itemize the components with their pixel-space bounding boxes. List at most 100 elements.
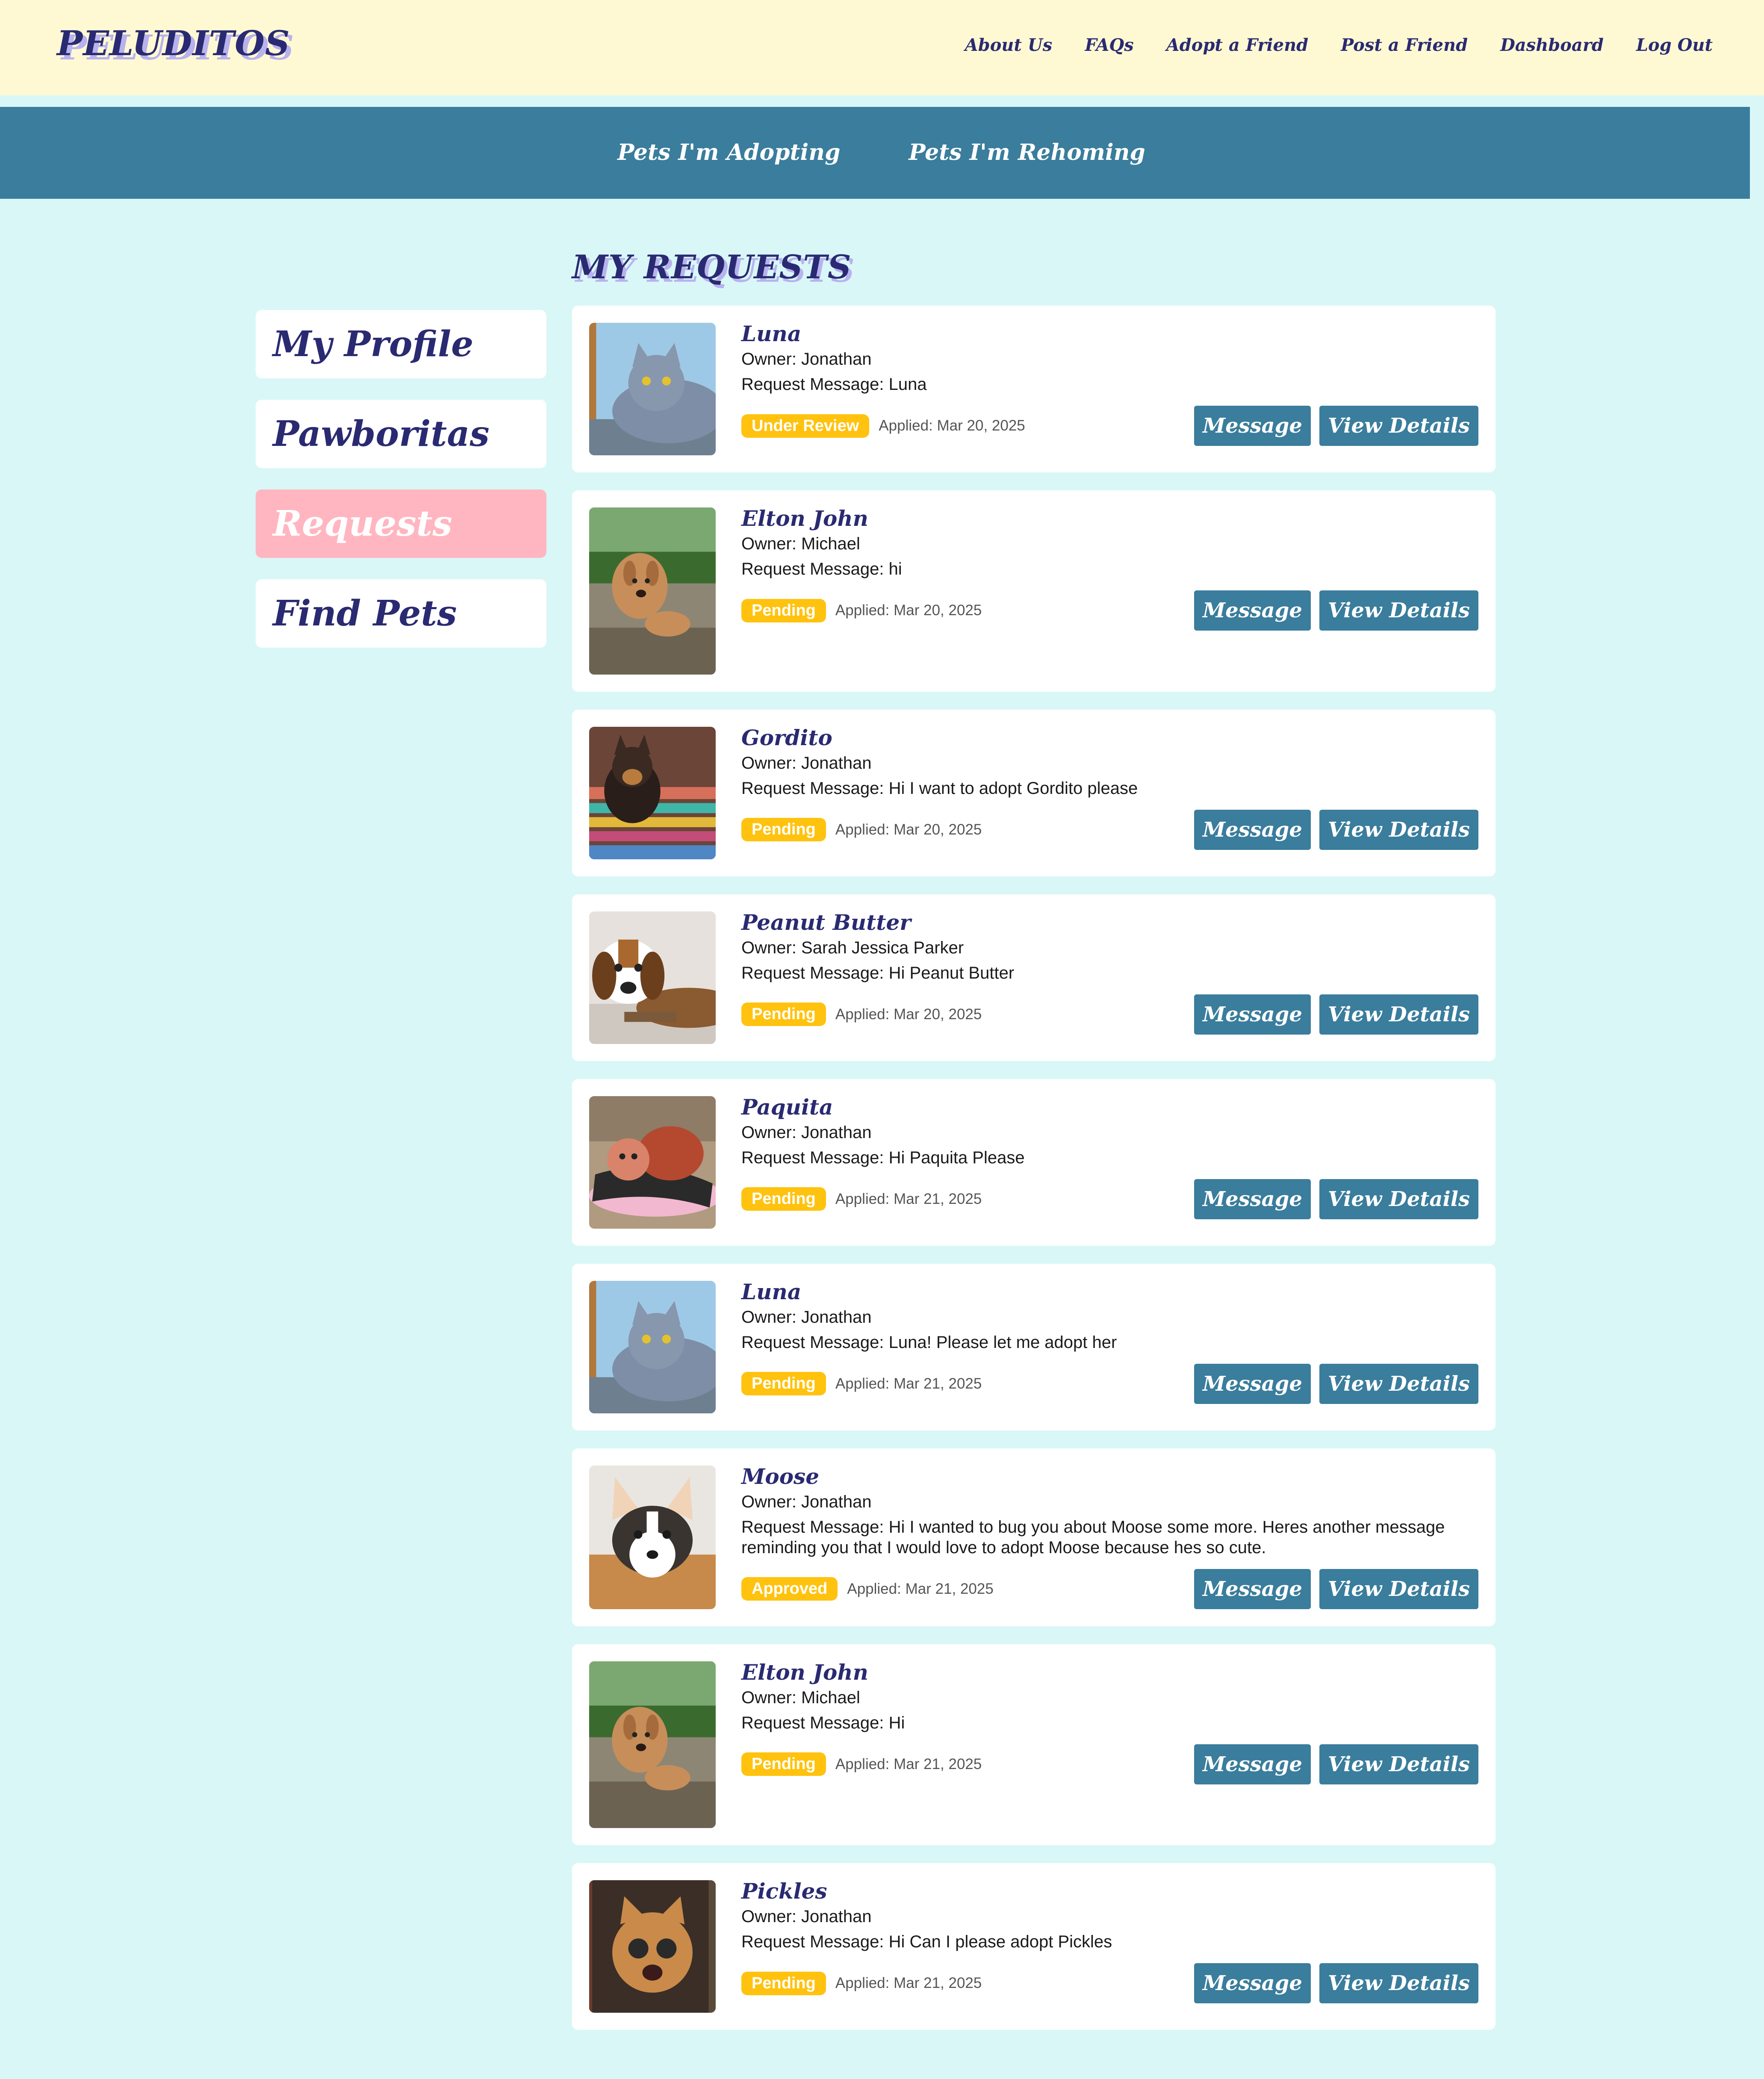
status-badge: Pending — [741, 1971, 826, 1995]
message-button[interactable]: Message — [1194, 1179, 1311, 1219]
applied-prefix: Applied: — [847, 1580, 906, 1597]
message-button[interactable]: Message — [1194, 809, 1311, 850]
request-card-body: Luna Owner: Jonathan Request Message: Lu… — [741, 1279, 1478, 1413]
applied-prefix: Applied: — [835, 1755, 894, 1772]
pet-name[interactable]: Moose — [741, 1464, 1478, 1489]
card-actions: Message View Details — [1194, 994, 1478, 1035]
pet-photo[interactable] — [589, 1465, 716, 1609]
pet-photo[interactable] — [589, 726, 716, 859]
request-message-line: Request Message: Hi Paquita Please — [741, 1145, 1478, 1168]
pet-name[interactable]: Gordito — [741, 725, 1478, 751]
owner-prefix: Owner: — [741, 1123, 802, 1142]
owner-prefix: Owner: — [741, 534, 802, 553]
request-card-footer: Under Review Applied: Mar 20, 2025 Messa… — [741, 406, 1478, 446]
view-details-button[interactable]: View Details — [1319, 809, 1478, 850]
nav-dashboard[interactable]: Dashboard — [1500, 35, 1604, 55]
message-prefix: Request Message: — [741, 1517, 889, 1536]
request-message-line: Request Message: Luna — [741, 372, 1478, 395]
request-card-footer: Pending Applied: Mar 21, 2025 Message Vi… — [741, 1744, 1478, 1784]
view-details-button[interactable]: View Details — [1319, 1363, 1478, 1404]
nav-about-us[interactable]: About Us — [965, 35, 1053, 55]
pet-photo[interactable] — [589, 911, 716, 1044]
applied-date: Applied: Mar 21, 2025 — [835, 1191, 982, 1208]
sidebar-item-pawboritas[interactable]: Pawboritas — [256, 400, 546, 468]
applied-date: Applied: Mar 20, 2025 — [835, 821, 982, 838]
message-button[interactable]: Message — [1194, 1963, 1311, 2004]
card-actions: Message View Details — [1194, 1363, 1478, 1404]
request-card-body: Peanut Butter Owner: Sarah Jessica Parke… — [741, 910, 1478, 1044]
pet-name[interactable]: Pickles — [741, 1878, 1478, 1904]
applied-prefix: Applied: — [835, 1975, 894, 1992]
request-card: Gordito Owner: Jonathan Request Message:… — [572, 709, 1496, 876]
request-message: Hi Peanut Butter — [888, 963, 1015, 982]
nav-post-a-friend[interactable]: Post a Friend — [1341, 35, 1468, 55]
request-message: Hi — [888, 1713, 905, 1732]
request-card: Peanut Butter Owner: Sarah Jessica Parke… — [572, 894, 1496, 1061]
message-button[interactable]: Message — [1194, 994, 1311, 1035]
message-prefix: Request Message: — [741, 375, 889, 394]
sidebar-item-my-profile[interactable]: My Profile — [256, 310, 546, 378]
owner-prefix: Owner: — [741, 1307, 802, 1327]
top-nav: About Us FAQs Adopt a Friend Post a Frie… — [965, 35, 1713, 55]
request-message: Hi Paquita Please — [888, 1148, 1025, 1167]
sidebar-item-requests[interactable]: Requests — [256, 490, 546, 558]
request-card: Elton John Owner: Michael Request Messag… — [572, 490, 1496, 692]
message-button[interactable]: Message — [1194, 406, 1311, 446]
pet-photo[interactable] — [589, 1280, 716, 1413]
request-message-line: Request Message: hi — [741, 556, 1478, 579]
pet-photo[interactable] — [589, 1880, 716, 2013]
applied-date-value: Mar 21, 2025 — [894, 1975, 982, 1992]
message-button[interactable]: Message — [1194, 590, 1311, 631]
message-button[interactable]: Message — [1194, 1363, 1311, 1404]
pet-name[interactable]: Elton John — [741, 1660, 1478, 1685]
pet-photo[interactable] — [589, 507, 716, 675]
nav-faqs[interactable]: FAQs — [1085, 35, 1133, 55]
top-header: PELUDITOS About Us FAQs Adopt a Friend P… — [0, 0, 1764, 95]
pet-name[interactable]: Luna — [741, 321, 1478, 347]
view-details-button[interactable]: View Details — [1319, 1744, 1478, 1784]
applied-date: Applied: Mar 21, 2025 — [847, 1581, 993, 1598]
owner-name: Michael — [801, 534, 860, 553]
view-details-button[interactable]: View Details — [1319, 1963, 1478, 2004]
owner-prefix: Owner: — [741, 938, 802, 957]
applied-date: Applied: Mar 21, 2025 — [835, 1756, 982, 1773]
card-actions: Message View Details — [1194, 809, 1478, 850]
request-card: Moose Owner: Jonathan Request Message: H… — [572, 1448, 1496, 1626]
pet-name[interactable]: Luna — [741, 1279, 1478, 1305]
view-details-button[interactable]: View Details — [1319, 994, 1478, 1035]
nav-adopt-a-friend[interactable]: Adopt a Friend — [1166, 35, 1308, 55]
message-button[interactable]: Message — [1194, 1744, 1311, 1784]
owner-name: Jonathan — [801, 1123, 872, 1142]
request-message-line: Request Message: Hi — [741, 1710, 1478, 1733]
applied-prefix: Applied: — [835, 1006, 894, 1023]
request-message: hi — [888, 560, 902, 578]
request-card-body: Gordito Owner: Jonathan Request Message:… — [741, 725, 1478, 859]
view-details-button[interactable]: View Details — [1319, 406, 1478, 446]
view-details-button[interactable]: View Details — [1319, 1179, 1478, 1219]
message-button[interactable]: Message — [1194, 1569, 1311, 1609]
owner-line: Owner: Sarah Jessica Parker — [741, 935, 1478, 960]
owner-name: Sarah Jessica Parker — [801, 938, 964, 957]
pet-name[interactable]: Peanut Butter — [741, 910, 1478, 935]
request-message-line: Request Message: Luna! Please let me ado… — [741, 1330, 1478, 1353]
owner-line: Owner: Jonathan — [741, 751, 1478, 776]
status-badge: Under Review — [741, 414, 870, 438]
request-message-line: Request Message: Hi I want to adopt Gord… — [741, 776, 1478, 799]
message-prefix: Request Message: — [741, 963, 889, 982]
tab-pets-rehoming[interactable]: Pets I'm Rehoming — [909, 139, 1145, 165]
nav-log-out[interactable]: Log Out — [1636, 35, 1713, 55]
applied-date-value: Mar 20, 2025 — [894, 821, 982, 838]
pet-photo[interactable] — [589, 1096, 716, 1229]
pet-name[interactable]: Paquita — [741, 1094, 1478, 1120]
tab-pets-adopting[interactable]: Pets I'm Adopting — [617, 139, 840, 165]
sidebar-item-find-pets[interactable]: Find Pets — [256, 579, 546, 648]
pet-name[interactable]: Elton John — [741, 506, 1478, 531]
view-details-button[interactable]: View Details — [1319, 590, 1478, 631]
pet-photo[interactable] — [589, 1661, 716, 1828]
brand-logo[interactable]: PELUDITOS — [57, 23, 290, 63]
view-details-button[interactable]: View Details — [1319, 1569, 1478, 1609]
applied-date: Applied: Mar 20, 2025 — [835, 602, 982, 619]
applied-date: Applied: Mar 21, 2025 — [835, 1975, 982, 1992]
request-message-line: Request Message: Hi Peanut Butter — [741, 960, 1478, 983]
pet-photo[interactable] — [589, 323, 716, 455]
